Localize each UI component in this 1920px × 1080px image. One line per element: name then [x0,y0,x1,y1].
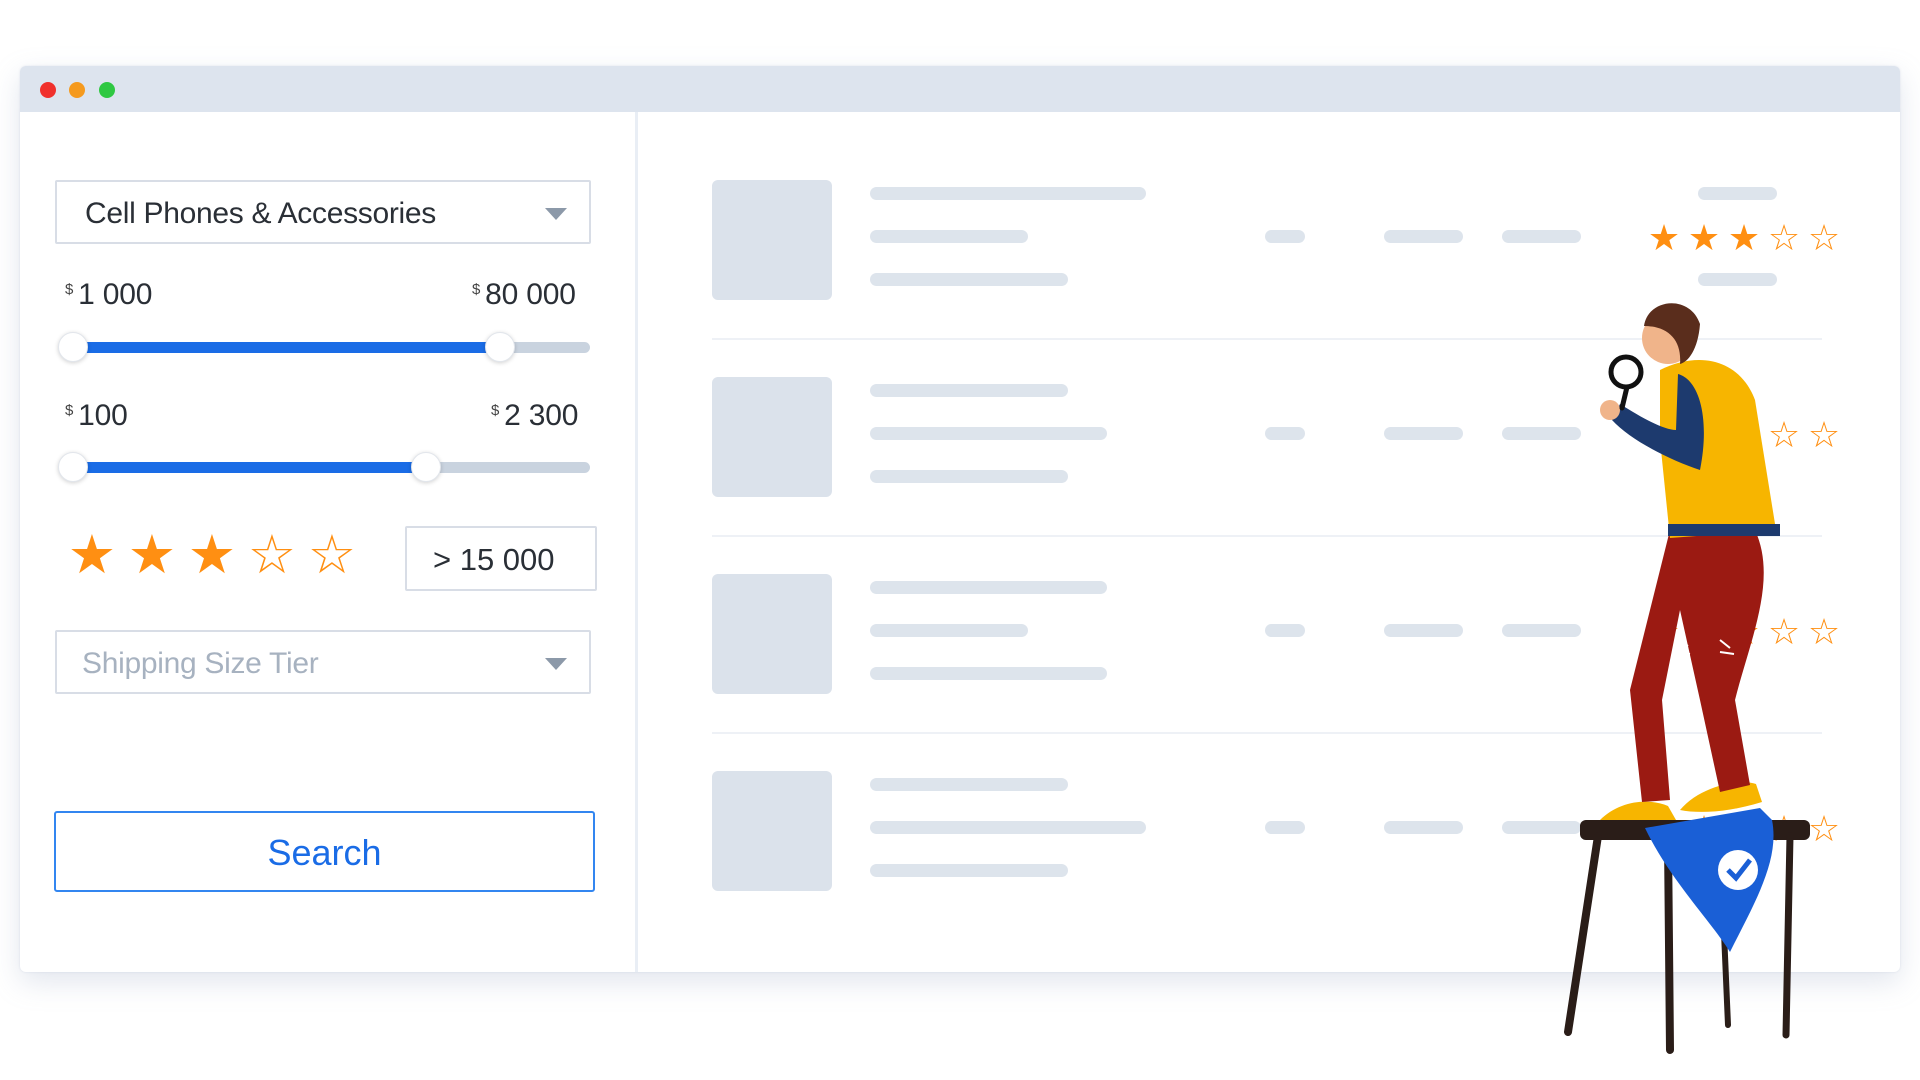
price-max-label: $80 000 [472,278,576,312]
belt-illustration [1668,524,1780,536]
second-range-slider[interactable] [57,452,590,482]
metric-placeholder-bar [1265,821,1305,834]
text-placeholder-bar [870,624,1028,637]
currency-symbol: $ [65,281,74,298]
currency-symbol: $ [472,281,481,298]
price-min-value: 1 000 [78,278,153,311]
metric-placeholder-bar [1265,427,1305,440]
currency-symbol: $ [65,402,74,419]
price-placeholder-bar [1698,187,1777,200]
metric-placeholder-bar [1384,427,1463,440]
metric-placeholder-bar [1384,230,1463,243]
star-outline-icon[interactable]: ☆ [302,528,362,582]
price-max-handle[interactable] [485,332,516,362]
star-icon[interactable]: ★ [62,528,122,582]
price-min-label: $1 000 [65,278,152,312]
range2-min-handle[interactable] [57,452,88,482]
text-placeholder-bar [870,667,1107,680]
rating-filter[interactable]: ★ ★ ★ ☆ ☆ [62,528,362,582]
text-placeholder-bar [870,427,1107,440]
hand-illustration [1600,400,1620,420]
chevron-down-icon [545,658,567,670]
price-min-handle[interactable] [57,332,88,362]
title-placeholder-bar [870,778,1068,791]
checkmark-badge-icon [1718,850,1758,890]
range2-min-label: $100 [65,399,128,433]
pants-illustration [1630,530,1764,802]
product-thumbnail-placeholder [712,574,832,694]
metric-placeholder-bar [1265,230,1305,243]
shipping-size-placeholder: Shipping Size Tier [82,647,319,680]
title-placeholder-bar [870,384,1068,397]
metric-placeholder-bar [1384,821,1463,834]
panel-divider [635,112,638,972]
text-placeholder-bar [870,230,1028,243]
title-placeholder-bar [870,581,1107,594]
star-outline-icon: ☆ [1807,217,1841,258]
star-outline-icon: ☆ [1767,217,1801,258]
price-range-slider[interactable] [57,332,590,362]
price-range-fill [72,342,501,353]
count-input[interactable]: > 15 000 [405,526,597,591]
range2-max-handle[interactable] [411,452,442,482]
text-placeholder-bar [870,470,1068,483]
star-icon[interactable]: ★ [122,528,182,582]
text-placeholder-bar [870,864,1068,877]
second-range-fill [72,462,427,473]
magnifier-icon [1608,354,1644,411]
zoom-dot[interactable] [99,82,115,98]
product-thumbnail-placeholder [712,377,832,497]
chevron-down-icon [545,208,567,220]
window-titlebar [20,66,1900,112]
metric-placeholder-bar [1384,624,1463,637]
currency-symbol: $ [491,402,500,419]
count-input-value: > 15 000 [433,542,555,577]
text-placeholder-bar [870,273,1068,286]
price-max-value: 80 000 [485,278,576,311]
star-icon: ★ [1687,217,1721,258]
star-icon: ★ [1647,217,1681,258]
row-rating: ★ ★ ★ ☆ ☆ [1644,220,1844,256]
title-placeholder-bar [870,187,1146,200]
range2-min-value: 100 [78,399,128,432]
range2-max-label: $2 300 [491,399,578,433]
person-with-magnifier-illustration [1564,303,1810,1054]
metric-placeholder-bar [1502,230,1581,243]
category-select[interactable]: Cell Phones & Accessories [55,180,591,244]
search-button[interactable]: Search [54,811,595,892]
minimize-dot[interactable] [69,82,85,98]
range2-max-value: 2 300 [504,399,579,432]
text-placeholder-bar [870,821,1146,834]
shoe-illustration [1600,801,1676,820]
product-thumbnail-placeholder [712,180,832,300]
star-icon: ★ [1727,217,1761,258]
star-outline-icon[interactable]: ☆ [242,528,302,582]
close-dot[interactable] [40,82,56,98]
shipping-size-select[interactable]: Shipping Size Tier [55,630,591,694]
metric-placeholder-bar [1265,624,1305,637]
category-select-value: Cell Phones & Accessories [85,197,437,230]
star-icon[interactable]: ★ [182,528,242,582]
product-thumbnail-placeholder [712,771,832,891]
